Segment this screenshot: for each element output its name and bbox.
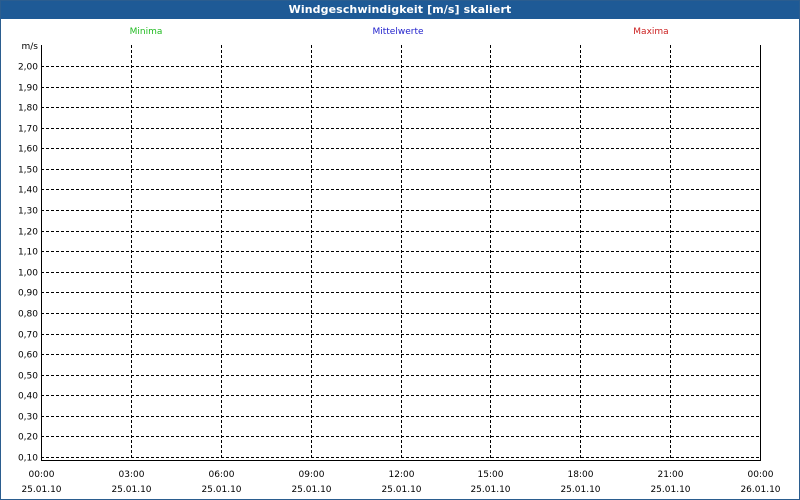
y-tick-label: 1,40 [18, 186, 38, 196]
x-tick-time-label: 15:00 [478, 470, 504, 480]
y-tick-label: 0,20 [18, 433, 38, 443]
x-tick-time-label: 06:00 [209, 470, 235, 480]
y-tick-label: 1,20 [18, 228, 38, 238]
legend-entry-maxima: Maxima [633, 27, 668, 37]
y-tick-label: 0,80 [18, 310, 38, 320]
y-tick-label: 1,10 [18, 248, 38, 258]
x-tick-date-label: 26.01.10 [740, 485, 780, 495]
x-tick-date-label: 25.01.10 [470, 485, 510, 495]
y-tick-label: 0,60 [18, 351, 38, 361]
y-tick-label: 2,00 [18, 63, 38, 73]
y-tick-label: 1,50 [18, 166, 38, 176]
x-tick-time-label: 21:00 [658, 470, 684, 480]
y-tick-label: 1,80 [18, 104, 38, 114]
x-tick-labels: 00:00 25.01.10 03:00 25.01.10 06:00 25.01.10 0… [21, 470, 780, 495]
x-tick-time-label: 09:00 [299, 470, 325, 480]
y-tick-label: 1,70 [18, 125, 38, 135]
y-tick-label: 0,40 [18, 392, 38, 402]
legend-entry-minima: Minima [130, 27, 163, 37]
x-tick-date-label: 25.01.10 [201, 485, 241, 495]
x-tick-date-label: 25.01.10 [560, 485, 600, 495]
y-tick-label: 0,90 [18, 289, 38, 299]
grid [41, 45, 760, 460]
x-tick-time-label: 12:00 [389, 470, 415, 480]
x-tick-date-label: 25.01.10 [111, 485, 151, 495]
y-tick-label: 1,90 [18, 84, 38, 94]
y-tick-label: 1,00 [18, 269, 38, 279]
x-tick-time-label: 03:00 [119, 470, 145, 480]
y-axis-unit-label: m/s [22, 42, 39, 52]
legend-entry-mittelwerte: Mittelwerte [372, 27, 423, 37]
x-tick-date-label: 25.01.10 [21, 485, 61, 495]
x-tick-time-label: 00:00 [748, 470, 774, 480]
x-tick-date-label: 25.01.10 [291, 485, 331, 495]
x-tick-time-label: 00:00 [29, 470, 55, 480]
y-tick-labels: m/s 2,00 1,90 1,80 1,70 1,60 1,50 1,40 1,30 1,20 1… [18, 42, 38, 464]
chart-svg: Minima Mittelwerte Maxima m/s 2,00 1,90 1,80 1… [18, 27, 781, 495]
x-tick-time-label: 18:00 [568, 470, 594, 480]
x-tick-date-label: 25.01.10 [381, 485, 421, 495]
y-tick-label: 0,30 [18, 413, 38, 423]
y-tick-label: 0,70 [18, 331, 38, 341]
x-tick-date-label: 25.01.10 [650, 485, 690, 495]
y-tick-label: 0,10 [18, 454, 38, 464]
y-tick-label: 1,60 [18, 145, 38, 155]
y-tick-label: 1,30 [18, 207, 38, 217]
y-tick-label: 0,50 [18, 372, 38, 382]
legend: Minima Mittelwerte Maxima [130, 27, 669, 37]
